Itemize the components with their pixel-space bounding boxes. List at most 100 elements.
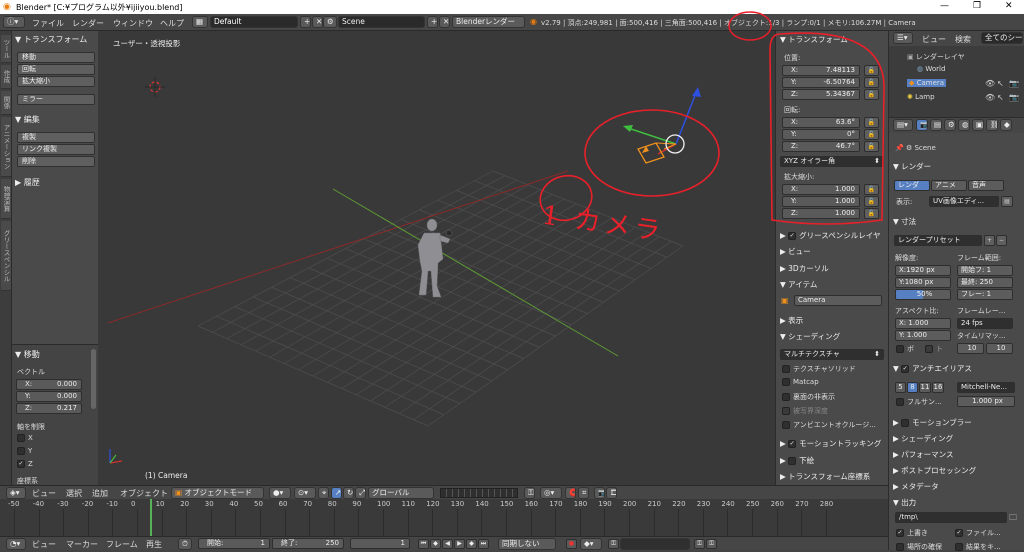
menu-file[interactable]: ファイル	[32, 18, 64, 29]
aspect-x-field[interactable]: X: 1.000	[895, 318, 951, 329]
remap-old-field[interactable]: 10	[957, 343, 984, 354]
outliner-item-world[interactable]: ◍ World	[917, 65, 945, 73]
audio-button[interactable]: 音声	[968, 180, 1004, 191]
properties-editor-icon[interactable]: ▤▾	[893, 119, 913, 131]
lock-camera-icon[interactable]: ⚿	[524, 487, 535, 499]
aa-samples-16[interactable]: 16	[932, 382, 944, 393]
cursor-select-icon[interactable]: ↖	[997, 93, 1004, 102]
scene-add-button[interactable]: +	[427, 16, 438, 28]
tab-relations[interactable]: 関係	[1, 91, 11, 115]
timeline-editor-icon[interactable]: ◔▾	[6, 538, 26, 550]
vector-x-field[interactable]: X: 0.000	[16, 379, 82, 390]
camera-render-icon[interactable]: 📷	[1009, 93, 1019, 102]
mode-select[interactable]: ▣ オブジェクトモード	[171, 487, 264, 499]
insert-keyframe-icon[interactable]: ⚿	[694, 539, 705, 549]
opengl-animation-button[interactable]: 🎞	[606, 487, 617, 499]
current-frame-field[interactable]: 1	[350, 538, 410, 549]
resolution-y-field[interactable]: Y:1080 px	[895, 277, 951, 288]
aa-samples-5[interactable]: 5	[895, 382, 906, 393]
frame-step-field[interactable]: フレー: 1	[957, 289, 1013, 300]
preset-add-button[interactable]: +	[984, 235, 995, 246]
grease-pencil-header[interactable]: ▶ ✓ グリースペンシルレイヤ	[780, 230, 881, 241]
vector-y-field[interactable]: Y: 0.000	[16, 391, 82, 402]
tab-grease-pencil[interactable]: グリースペンシル	[1, 221, 11, 291]
frame-menu[interactable]: フレーム	[106, 539, 138, 550]
mirror-button[interactable]: ミラー	[17, 94, 95, 105]
transform-orientations-header[interactable]: ▶ トランスフォーム座標系	[780, 471, 870, 482]
proportional-edit-select[interactable]: ◎▾	[540, 487, 562, 499]
outliner-search-menu[interactable]: 検索	[955, 34, 971, 45]
aa-filter-select[interactable]: Mitchell-Ne...	[957, 382, 1015, 393]
resolution-x-field[interactable]: X:1920 px	[895, 265, 951, 276]
animation-button[interactable]: アニメ	[931, 180, 967, 191]
pivot-point-select[interactable]: ⊙▾	[294, 487, 316, 499]
scale-button[interactable]: 拡大縮小	[17, 76, 95, 87]
3d-cursor-header[interactable]: ▶ 3Dカーソル	[780, 263, 829, 274]
constraint-z-checkbox[interactable]: ✓ Z	[17, 460, 33, 468]
layout-add-button[interactable]: +	[300, 16, 311, 28]
motion-blur-header[interactable]: ▶ モーションブラー	[893, 417, 972, 428]
resolution-percent-slider[interactable]: 50%	[895, 289, 951, 300]
outliner-item-camera[interactable]: ◆ Camera	[907, 79, 947, 87]
snap-target-select[interactable]: ⌗	[578, 487, 589, 499]
display-select[interactable]: UV画像エディ...	[929, 196, 999, 207]
remap-new-field[interactable]: 10	[986, 343, 1013, 354]
shading-mode-select[interactable]: マルチテクスチャ ⬍	[780, 349, 884, 360]
tab-physics[interactable]: 物理演算	[1, 179, 11, 219]
performance-header[interactable]: ▶ パフォーマンス	[893, 449, 954, 460]
background-images-header[interactable]: ▶ 下絵	[780, 455, 814, 466]
folder-icon[interactable]: 🗀	[1009, 512, 1017, 526]
move-operator-header[interactable]: ▼ 移動	[15, 349, 40, 360]
scene-tab-icon[interactable]: ⚙	[944, 119, 956, 131]
vector-z-field[interactable]: Z: 0.217	[16, 403, 82, 414]
3d-cursor-icon[interactable]	[145, 77, 165, 97]
lock-icon[interactable]: ▤	[1001, 196, 1013, 207]
crop-checkbox[interactable]: ト	[925, 344, 943, 354]
overwrite-checkbox[interactable]: ✓ 上書き	[896, 528, 928, 538]
add-menu[interactable]: 追加	[92, 488, 108, 499]
cursor-select-icon[interactable]: ↖	[997, 79, 1004, 88]
constraint-y-checkbox[interactable]: Y	[17, 447, 32, 455]
prev-keyframe-icon[interactable]: ◆	[430, 539, 441, 549]
rotate-button[interactable]: 回転	[17, 64, 95, 75]
opengl-render-button[interactable]: 📷	[594, 487, 605, 499]
transform-panel-header[interactable]: ▼ トランスフォーム	[15, 34, 87, 45]
timeline-view-menu[interactable]: ビュー	[32, 539, 56, 550]
shading-header[interactable]: ▼ シェーディング	[780, 331, 840, 342]
motion-tracking-header[interactable]: ▶ ✓ モーショントラッキング	[780, 438, 881, 449]
end-frame-field[interactable]: 終了: 250	[272, 538, 344, 549]
eye-icon[interactable]: 👁	[985, 79, 995, 88]
3d-viewport[interactable]: ユーザー・透視投影 (1) Camera 1 カメラ	[98, 31, 775, 485]
output-path-field[interactable]: /tmp\	[895, 512, 1007, 523]
filter-size-field[interactable]: 1.000 px	[957, 396, 1015, 407]
select-menu[interactable]: 選択	[66, 488, 82, 499]
file-extensions-checkbox[interactable]: ✓ ファイル...	[955, 528, 1001, 538]
aspect-y-field[interactable]: Y: 1.000	[895, 330, 951, 341]
object-menu[interactable]: オブジェクト	[120, 488, 168, 499]
scene-remove-button[interactable]: ✕	[439, 16, 450, 28]
play-icon[interactable]: ▶	[454, 539, 465, 549]
play-reverse-icon[interactable]: ◀	[442, 539, 453, 549]
keying-set-icon[interactable]: ⚿	[608, 539, 619, 549]
frame-end-field[interactable]: 最終: 250	[957, 277, 1013, 288]
timeline[interactable]: -50 -40 -30 -20 -10 0 10 20 30 40 50 60 70 80 90 100 110…	[0, 499, 888, 536]
outliner-view-menu[interactable]: ビュー	[922, 34, 946, 45]
current-frame-indicator[interactable]	[150, 499, 152, 536]
aa-samples-11[interactable]: 11	[919, 382, 931, 393]
layout-remove-button[interactable]: ✕	[312, 16, 323, 28]
render-button[interactable]: レンダ	[894, 180, 930, 191]
operator-scrollbar[interactable]	[91, 349, 96, 409]
render-panel-header[interactable]: ▼ レンダー	[893, 161, 931, 172]
marker-menu[interactable]: マーカー	[66, 539, 98, 550]
viewport-shading-select[interactable]: ●▾	[269, 487, 291, 499]
full-sample-checkbox[interactable]: フルサン...	[896, 397, 942, 407]
backface-culling-checkbox[interactable]: 裏面の非表示	[782, 392, 835, 402]
outliner-item-lamp[interactable]: ✺ Lamp	[907, 93, 935, 101]
translate-button[interactable]: 移動	[17, 52, 95, 63]
dimensions-panel-header[interactable]: ▼ 寸法	[893, 216, 916, 227]
sync-mode-select[interactable]: 同期しない	[498, 538, 556, 550]
keying-mode-select[interactable]: ◆▾	[580, 538, 602, 550]
editor-type-menu[interactable]: ⓘ▾	[3, 16, 25, 28]
delete-button[interactable]: 削除	[17, 156, 95, 167]
playback-menu[interactable]: 再生	[146, 539, 162, 550]
